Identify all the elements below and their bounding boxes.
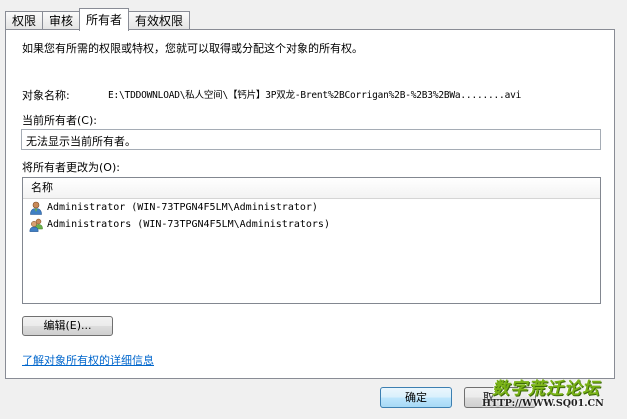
current-owner-label: 当前所有者(C): xyxy=(22,114,97,127)
tab-auditing[interactable]: 审核 xyxy=(42,11,81,30)
current-owner-field[interactable]: 无法显示当前所有者。 xyxy=(21,129,601,150)
tab-permissions[interactable]: 权限 xyxy=(5,11,44,30)
watermark-title: 数字荒迁论坛 xyxy=(492,379,600,399)
watermark-url: HTTP://WWW.SQ01.CN xyxy=(482,398,604,409)
owner-tab-panel: 如果您有所需的权限或特权，您就可以取得或分配这个对象的所有权。 对象名称: E:… xyxy=(5,29,615,379)
owner-candidates-list[interactable]: 名称 Administrator (WIN-73TPGN4F5LM\Admini… xyxy=(22,177,601,304)
advanced-security-dialog: 权限 审核 所有者 有效权限 如果您有所需的权限或特权，您就可以取得或分配这个对… xyxy=(0,0,627,419)
user-group-icon xyxy=(29,218,43,232)
tab-effective-permissions[interactable]: 有效权限 xyxy=(128,11,191,30)
column-header-name[interactable]: 名称 xyxy=(23,178,600,199)
tab-owner[interactable]: 所有者 xyxy=(79,8,130,31)
user-icon xyxy=(30,201,42,215)
list-item-label: Administrator (WIN-73TPGN4F5LM\Administr… xyxy=(47,202,318,213)
intro-text: 如果您有所需的权限或特权，您就可以取得或分配这个对象的所有权。 xyxy=(22,42,363,55)
object-name-label: 对象名称: xyxy=(22,89,70,102)
tab-strip: 权限 审核 所有者 有效权限 xyxy=(5,8,191,31)
forum-watermark: 数字荒迁论坛 HTTP://WWW.SQ01.CN xyxy=(482,374,625,416)
edit-button[interactable]: 编辑(E)... xyxy=(22,316,113,336)
object-name-value: E:\TDDOWNLOAD\私人空间\【钙片】3P双龙-Brent%2BCorr… xyxy=(108,90,522,101)
learn-ownership-link[interactable]: 了解对象所有权的详细信息 xyxy=(22,352,154,368)
list-item[interactable]: Administrators (WIN-73TPGN4F5LM\Administ… xyxy=(23,216,600,233)
list-item-label: Administrators (WIN-73TPGN4F5LM\Administ… xyxy=(47,219,330,230)
change-owner-label: 将所有者更改为(O): xyxy=(22,161,120,174)
ok-button[interactable]: 确定 xyxy=(380,387,452,408)
list-item[interactable]: Administrator (WIN-73TPGN4F5LM\Administr… xyxy=(23,199,600,216)
